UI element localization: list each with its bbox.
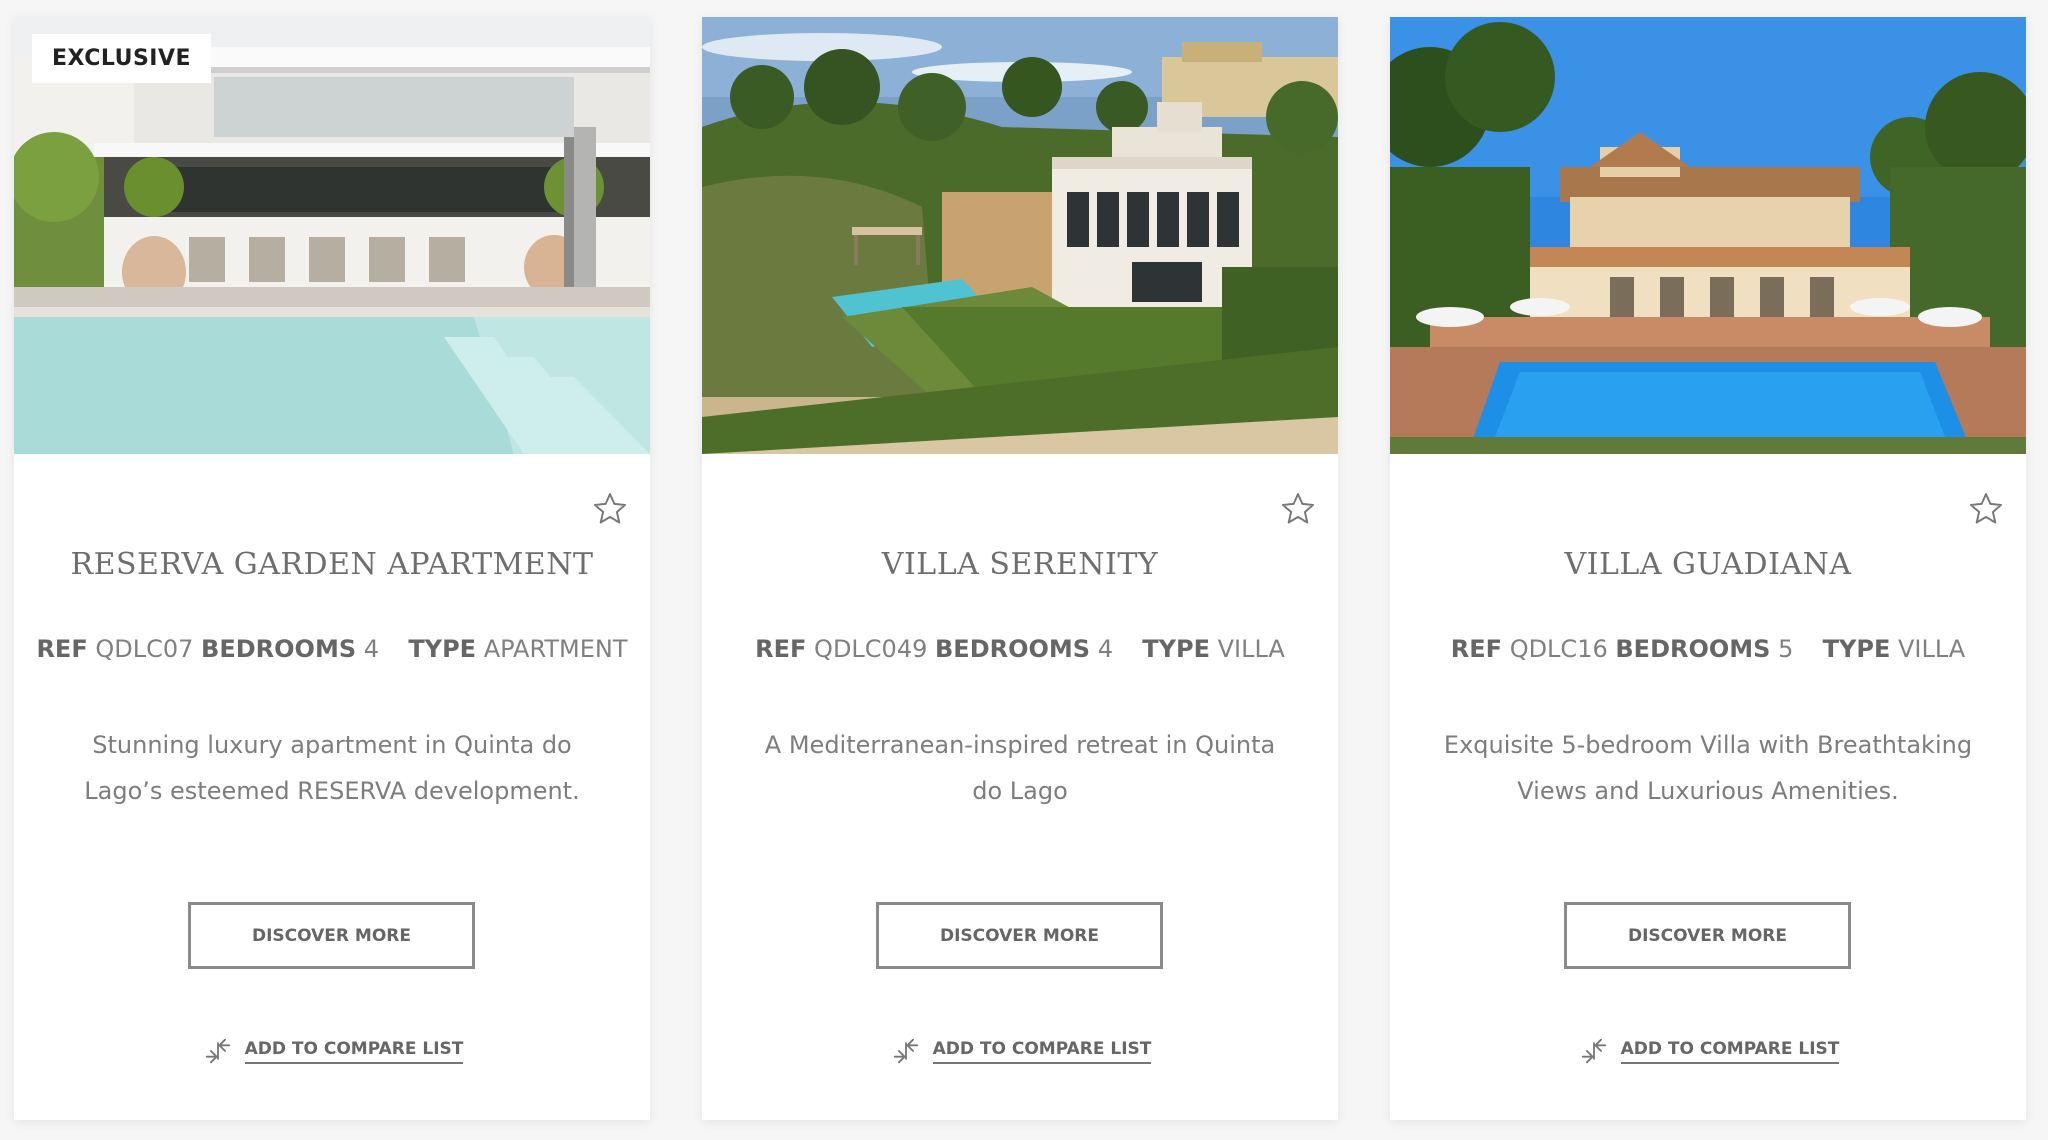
villa-hillside-illustration (702, 17, 1338, 454)
discover-more-button[interactable]: DISCOVER MORE (188, 902, 475, 969)
bedrooms-value: 4 (1097, 635, 1113, 663)
property-photo[interactable] (1390, 17, 2026, 454)
star-outline-icon[interactable] (1968, 491, 2004, 527)
type-label: TYPE (408, 635, 477, 663)
compare-label: ADD TO COMPARE LIST (1620, 1039, 1840, 1064)
property-photo[interactable]: EXCLUSIVE (14, 17, 650, 454)
bedrooms-value: 4 (363, 635, 380, 663)
ref-label: REF (755, 635, 807, 663)
bedrooms-value: 5 (1778, 635, 1794, 663)
ref-label: REF (36, 635, 88, 663)
type-value: VILLA (1217, 635, 1285, 663)
property-description: Exquisite 5-bedroom Villa with Breathtak… (1443, 731, 1973, 805)
ref-value: QDLC049 (814, 635, 928, 663)
ref-value: QDLC16 (1509, 635, 1608, 663)
bedrooms-label: BEDROOMS (935, 635, 1091, 663)
property-card: VILLA GUADIANA REF QDLC16 BEDROOMS 5 TYP… (1390, 17, 2026, 1120)
add-to-compare-link[interactable]: ADD TO COMPARE LIST (1390, 1034, 2026, 1068)
ref-value: QDLC07 (95, 635, 194, 663)
property-title: RESERVA GARDEN APARTMENT (70, 547, 594, 582)
compare-arrows-icon (205, 1038, 230, 1064)
compare-arrows-icon (893, 1038, 918, 1064)
compare-label: ADD TO COMPARE LIST (244, 1039, 464, 1064)
discover-more-button[interactable]: DISCOVER MORE (1564, 902, 1851, 969)
star-outline-icon[interactable] (1280, 491, 1316, 527)
property-title: VILLA SERENITY (881, 547, 1159, 582)
type-value: APARTMENT (483, 635, 628, 663)
villa-pool-illustration (1390, 17, 2026, 454)
property-description: Stunning luxury apartment in Quinta do L… (84, 731, 580, 805)
property-meta: REF QDLC07 BEDROOMS 4 TYPE APARTMENT (14, 635, 650, 663)
property-title: VILLA GUADIANA (1564, 547, 1852, 582)
discover-more-button[interactable]: DISCOVER MORE (876, 902, 1163, 969)
property-meta: REF QDLC049 BEDROOMS 4 TYPE VILLA (702, 635, 1338, 663)
property-description: A Mediterranean-inspired retreat in Quin… (764, 731, 1276, 805)
ref-label: REF (1450, 635, 1503, 663)
property-meta: REF QDLC16 BEDROOMS 5 TYPE VILLA (1390, 635, 2026, 663)
property-photo[interactable] (702, 17, 1338, 454)
bedrooms-label: BEDROOMS (1615, 635, 1771, 663)
type-value: VILLA (1898, 635, 1966, 663)
star-outline-icon[interactable] (592, 491, 628, 527)
type-label: TYPE (1822, 635, 1891, 663)
property-card: VILLA SERENITY REF QDLC049 BEDROOMS 4 TY… (702, 17, 1338, 1120)
bedrooms-label: BEDROOMS (201, 635, 357, 663)
add-to-compare-link[interactable]: ADD TO COMPARE LIST (702, 1034, 1338, 1068)
exclusive-badge: EXCLUSIVE (32, 34, 212, 83)
property-card: EXCLUSIVE RESERVA GARDEN APARTMENT REF Q… (14, 17, 650, 1120)
add-to-compare-link[interactable]: ADD TO COMPARE LIST (14, 1034, 650, 1068)
compare-label: ADD TO COMPARE LIST (932, 1039, 1152, 1064)
compare-arrows-icon (1581, 1038, 1606, 1064)
property-grid: EXCLUSIVE RESERVA GARDEN APARTMENT REF Q… (14, 17, 2026, 1120)
type-label: TYPE (1142, 635, 1210, 663)
